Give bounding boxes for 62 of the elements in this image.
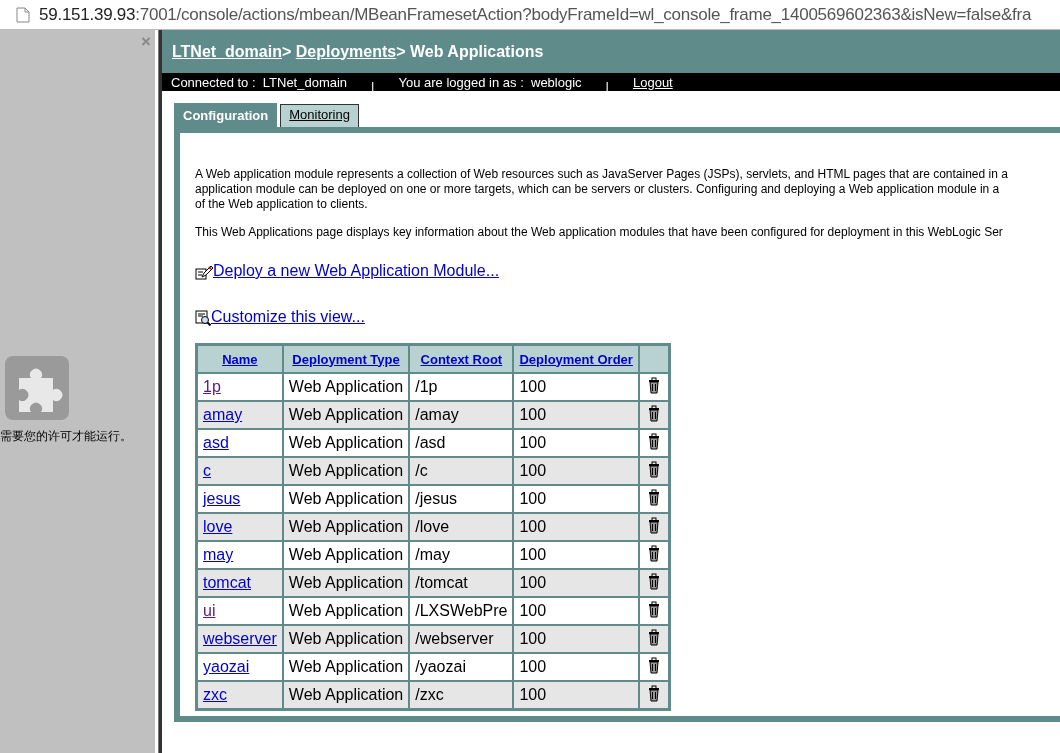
tab[interactable]: Monitoring — [280, 104, 359, 127]
magnifier-document-icon — [195, 310, 211, 326]
logout-link[interactable]: Logout — [632, 74, 673, 90]
table-cell: Web Application — [282, 373, 410, 401]
table-cell: Web Application — [282, 513, 410, 541]
table-cell: 100 — [513, 373, 639, 401]
pencil-document-icon — [195, 265, 213, 280]
table-cell: 100 — [513, 597, 639, 625]
table-cell: /jesus — [409, 485, 514, 513]
table-cell: Web Application — [282, 401, 410, 429]
description-line: application module can be deployed on one or more targets, which can be servers or clusters. Configuring and deploying a Web application module in a — [195, 182, 1001, 197]
description-line: of the Web application to clients. — [195, 197, 369, 212]
table-cell: /amay — [409, 401, 514, 429]
breadcrumb-text: > Web Applications — [396, 42, 544, 61]
table-cell: /LXSWebPre — [409, 597, 514, 625]
table-cell: 100 — [513, 401, 639, 429]
puzzle-icon — [5, 356, 69, 420]
tab[interactable]: Configuration — [174, 103, 278, 127]
table-cell: 100 — [513, 541, 639, 569]
table-cell: /yaozai — [409, 653, 514, 681]
app-name-link[interactable]: 1p — [203, 378, 221, 395]
app-name-link[interactable]: ui — [203, 602, 216, 619]
breadcrumb-text: > — [281, 42, 293, 61]
table-cell: Web Application — [282, 485, 410, 513]
table-cell: /asd — [409, 429, 514, 457]
table-cell: Web Application — [282, 569, 410, 597]
table-cell: /love — [409, 513, 514, 541]
table-cell: Web Application — [282, 457, 410, 485]
table-cell: Web Application — [282, 597, 410, 625]
breadcrumb-link[interactable]: LTNet_domain — [172, 42, 282, 61]
table-cell: /may — [409, 541, 514, 569]
table-cell: 100 — [513, 485, 639, 513]
app-name-link[interactable]: asd — [203, 434, 229, 451]
table-cell: 100 — [513, 681, 639, 709]
url-text[interactable]: 59.151.39.93:7001/console/actions/mbean/MBeanFramesetAction?bodyFrameId=wl_console_frame_1400569602363&isNew=false&fra — [39, 4, 1032, 25]
table-cell: 100 — [513, 513, 639, 541]
table-cell: /webserver — [409, 625, 514, 653]
table-cell: 100 — [513, 653, 639, 681]
table-cell: 100 — [513, 625, 639, 653]
table-cell: 100 — [513, 429, 639, 457]
user-text: You are logged in as : weblogic — [398, 74, 582, 90]
plugin-message: 需要您的许可才能运行。 — [0, 428, 132, 445]
table-cell: /zxc — [409, 681, 514, 709]
customize-link[interactable]: Customize this view... — [211, 308, 365, 326]
table-cell: Web Application — [282, 429, 410, 457]
table-cell: 100 — [513, 569, 639, 597]
app-name-link[interactable]: zxc — [203, 686, 227, 703]
table-cell: /c — [409, 457, 514, 485]
app-name-link[interactable]: c — [203, 462, 211, 479]
connection-text: Connected to : LTNet_domain — [171, 74, 348, 90]
table-cell: /tomcat — [409, 569, 514, 597]
page-icon — [16, 6, 30, 23]
description-line: A Web application module represents a collection of Web resources such as JavaServer Pages (JSPs), servlets, and HTML pages that are contained in a — [195, 167, 1009, 182]
table-cell: Web Application — [282, 681, 410, 709]
table-cell: /1p — [409, 373, 514, 401]
table-cell: 100 — [513, 457, 639, 485]
table-cell: Web Application — [282, 541, 410, 569]
table-cell: Web Application — [282, 625, 410, 653]
description-line: This Web Applications page displays key information about the Web application modules that have been configured for deployment in this WebLogic Ser — [195, 225, 1004, 240]
breadcrumb-link[interactable]: Deployments — [295, 42, 397, 61]
table-cell: Web Application — [282, 653, 410, 681]
deploy-link[interactable]: Deploy a new Web Application Module... — [213, 262, 500, 280]
